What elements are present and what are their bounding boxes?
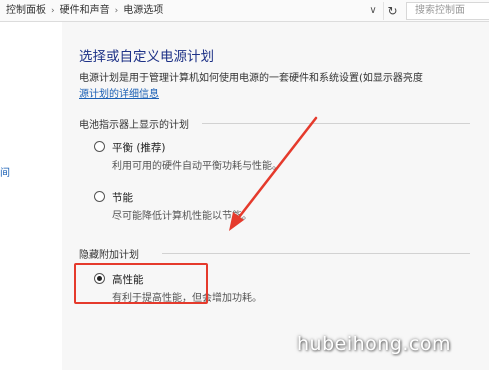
main-content: 选择或自定义电源计划 电源计划是用于管理计算机如何使用电源的一套硬件和系统设置(… (62, 22, 489, 370)
plan-balanced-name: 平衡 (推荐) (112, 142, 166, 154)
plan-power-saver-desc: 尽可能降低计算机性能以节能。 (112, 211, 252, 222)
hidden-group-label: 隐藏附加计划 (79, 246, 145, 261)
refresh-icon[interactable]: ↻ (383, 2, 401, 20)
address-bar: 控制面板 › 硬件和声音 › 电源选项 ∨ ↻ 搜索控制面 (0, 0, 489, 22)
left-nav-link[interactable]: 间 (0, 164, 10, 179)
breadcrumb-item-hardware-sound[interactable]: 硬件和声音 (60, 3, 110, 19)
plan-balanced-desc: 利用可用的硬件自动平衡功耗与性能。 (112, 161, 282, 172)
breadcrumb-separator-icon: › (51, 6, 55, 16)
plan-power-saver-name: 节能 (112, 192, 133, 204)
breadcrumb: 控制面板 › 硬件和声音 › 电源选项 (6, 3, 163, 19)
group-divider (162, 253, 470, 254)
group-divider (202, 123, 470, 124)
battery-group-label: 电池指示器上显示的计划 (79, 116, 195, 131)
page-title: 选择或自定义电源计划 (79, 49, 214, 65)
breadcrumb-separator-icon: › (114, 6, 119, 16)
breadcrumb-item-power-options[interactable]: 电源选项 (123, 3, 163, 19)
search-input[interactable]: 搜索控制面 (406, 2, 489, 20)
highlight-box (74, 263, 208, 304)
left-nav-pane: 间 (0, 22, 62, 370)
page-description: 电源计划是用于管理计算机如何使用电源的一套硬件和系统设置(如显示器亮度 (79, 73, 423, 84)
radio-power-saver[interactable] (94, 191, 105, 202)
watermark-text: hubeihong.com (297, 333, 452, 355)
radio-balanced[interactable] (94, 141, 105, 152)
breadcrumb-item-control-panel[interactable]: 控制面板 (6, 3, 46, 19)
chevron-down-icon[interactable]: ∨ (366, 3, 380, 19)
plan-details-link[interactable]: 源计划的详细信息 (79, 87, 159, 103)
